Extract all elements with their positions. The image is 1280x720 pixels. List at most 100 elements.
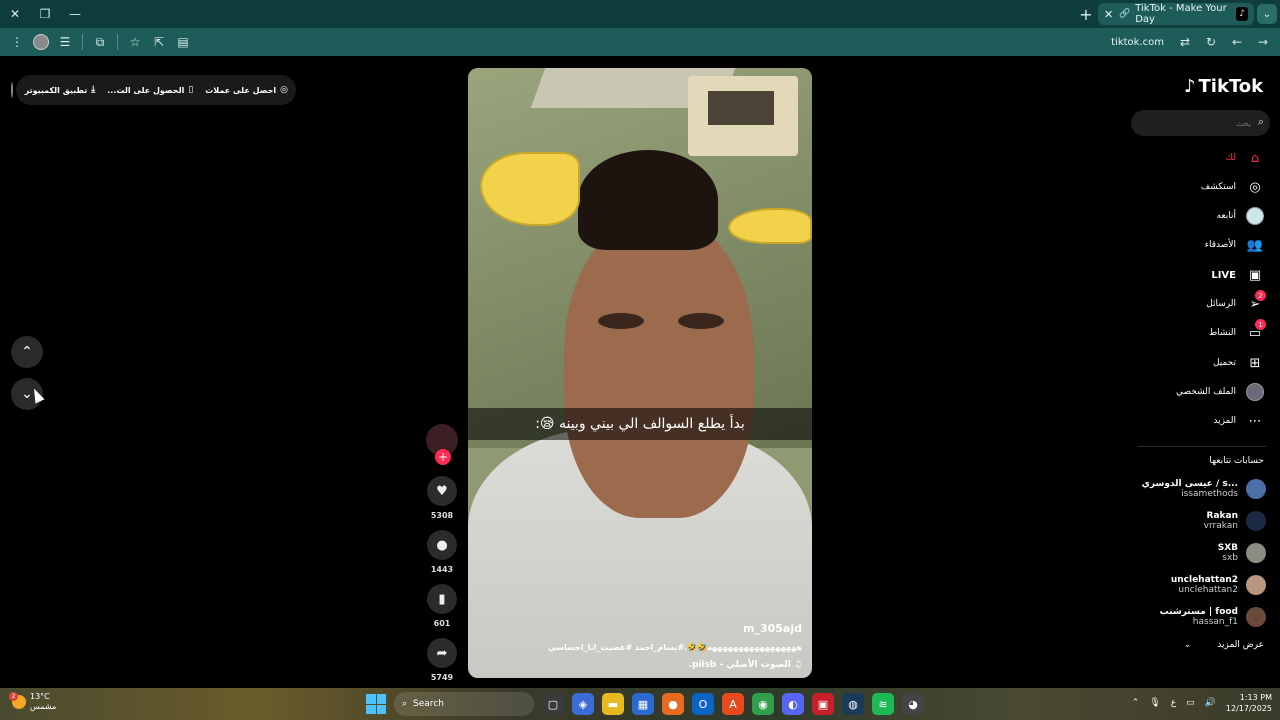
nav-friends[interactable]: 👥 الأصدقاء	[1205, 234, 1264, 256]
save-action[interactable]: ▮ 601	[427, 584, 457, 628]
chevron-down-icon: ⌄	[1183, 640, 1192, 650]
tab-tiktok[interactable]: ✕ 🔗 TikTok - Make Your Day ♪	[1098, 3, 1254, 25]
nav-explore[interactable]: ◎ استكشف	[1201, 176, 1264, 198]
nav-upload[interactable]: ⊞ تحميل	[1213, 352, 1264, 374]
following-account[interactable]: unclehattan2 unclehattan2	[1171, 570, 1266, 600]
site-settings-icon[interactable]: ⇄	[1174, 31, 1196, 53]
copilot-icon[interactable]: ◈	[572, 693, 594, 715]
reader-icon[interactable]: ▤	[172, 31, 194, 53]
video-username[interactable]: m_305ajd	[548, 622, 802, 635]
network-icon[interactable]: ▭	[1186, 698, 1195, 708]
user-avatar[interactable]	[10, 82, 13, 98]
search-icon[interactable]: ⌕	[1258, 115, 1264, 129]
clock[interactable]: 1:13 PM 12/17/2025	[1226, 692, 1272, 714]
author-avatar[interactable]: +	[426, 424, 458, 465]
heart-icon[interactable]: ♥	[427, 476, 457, 506]
profile-button[interactable]	[30, 31, 52, 53]
close-tab-icon[interactable]: ✕	[1104, 8, 1113, 21]
antler-filter-right	[728, 208, 812, 244]
close-window-icon[interactable]: ✕	[0, 0, 30, 28]
following-account[interactable]: SXB sxb	[1218, 538, 1266, 568]
task-view-icon[interactable]: ▢	[542, 693, 564, 715]
nav-profile[interactable]: الملف الشخصي	[1176, 381, 1264, 403]
nav-activity[interactable]: ▭ 1 النشاط	[1209, 319, 1266, 344]
bookmark-star-icon[interactable]: ☆	[124, 31, 146, 53]
store-icon[interactable]: ▦	[632, 693, 654, 715]
like-action[interactable]: ♥ 5308	[427, 476, 457, 520]
forward-icon[interactable]: →	[1252, 31, 1274, 53]
new-tab-button[interactable]: +	[1076, 4, 1096, 24]
restore-window-icon[interactable]: ❐	[30, 0, 60, 28]
comment-action[interactable]: ● 1443	[427, 530, 457, 574]
chevron-up-icon[interactable]: ⌃	[1132, 698, 1140, 708]
like-count: 5308	[430, 511, 454, 520]
tiktok-logo-text: TikTok	[1198, 76, 1264, 97]
extensions-icon[interactable]: ⧉	[89, 31, 111, 53]
github-icon[interactable]: ◕	[902, 693, 924, 715]
share-icon[interactable]: ⇱	[148, 31, 170, 53]
desktop-app-label: تطبيق الكمبيوتر	[24, 85, 88, 95]
outlook-icon[interactable]: O	[692, 693, 714, 715]
app-icon[interactable]: A	[722, 693, 744, 715]
spotify-icon[interactable]: ≋	[872, 693, 894, 715]
account-name: مسترشنب | food	[1159, 607, 1238, 617]
share-action[interactable]: ➦ 5749	[427, 638, 457, 682]
promo-bar: ◎ احصل على عملات ▯ الحصول على الت... ⤓ ت…	[10, 75, 296, 105]
get-app-button[interactable]: ▯ الحصول على الت...	[107, 85, 193, 95]
following-account[interactable]: Rakan vrrakan	[1204, 506, 1266, 536]
search-input[interactable]	[1141, 114, 1251, 132]
nav-messages[interactable]: ➢ 2 الرسائل	[1206, 290, 1266, 315]
bookmark-icon[interactable]: ▮	[427, 584, 457, 614]
following-account[interactable]: عيسى الدوسري / s... issamethods	[1142, 474, 1266, 504]
clock-date: 12/17/2025	[1225, 704, 1272, 713]
reload-icon[interactable]: ↻	[1200, 31, 1222, 53]
file-explorer-icon[interactable]: ▬	[602, 693, 624, 715]
discord-icon[interactable]: ◐	[782, 693, 804, 715]
volume-icon[interactable]: 🔊	[1205, 698, 1216, 708]
comment-icon[interactable]: ●	[427, 530, 457, 560]
sidebar-divider	[1138, 446, 1266, 447]
get-coins-button[interactable]: ◎ احصل على عملات	[205, 85, 288, 95]
firefox-icon[interactable]: ●	[662, 693, 684, 715]
tab-menu-button[interactable]: ⌄	[1257, 4, 1277, 24]
mic-icon[interactable]: 🎙	[1149, 698, 1160, 708]
following-account[interactable]: مسترشنب | food hassan_f1	[1160, 602, 1266, 632]
media-icon[interactable]: ☰	[54, 31, 76, 53]
search-box[interactable]: ⌕	[1131, 110, 1270, 136]
taskbar-search[interactable]: ⌕ Search	[394, 692, 534, 716]
language-indicator[interactable]: ع	[1171, 698, 1176, 708]
nav-label: استكشف	[1200, 182, 1236, 192]
menu-icon[interactable]: ⋮	[6, 31, 28, 53]
video-music[interactable]: ♫ الصوت الأصلي - piisb.	[548, 660, 802, 670]
address-bar[interactable]: tiktok.com	[1111, 37, 1164, 48]
chrome-icon[interactable]: ◉	[752, 693, 774, 715]
nav-label: الملف الشخصي	[1176, 387, 1236, 397]
back-icon[interactable]: ←	[1226, 31, 1248, 53]
divider	[82, 34, 83, 50]
start-button[interactable]	[366, 694, 386, 714]
video-player[interactable]: بدأ يطلع السوالف الي بيني وبينه 😪: m_305…	[468, 68, 812, 678]
minimize-window-icon[interactable]: —	[60, 0, 90, 28]
home-icon: ⌂	[1250, 150, 1260, 166]
previous-video-button[interactable]: ⌃	[11, 336, 43, 368]
nav-more[interactable]: ⋯ المزيد	[1213, 410, 1264, 432]
search-icon: ⌕	[402, 699, 408, 709]
tiktok-note-icon: ♪	[1184, 76, 1196, 97]
activity-badge: 1	[1255, 319, 1266, 330]
video-description[interactable]: هههههههههههههههههه🤣🤣.#بسام_احمد #عصيت_ان…	[548, 643, 802, 652]
tiktok-logo[interactable]: ♪ TikTok	[1184, 76, 1263, 97]
app-icon[interactable]: ▣	[812, 693, 834, 715]
following-accounts-title: حسابات تتابعها	[1209, 456, 1264, 466]
see-more-button[interactable]: عرض المزيد ⌄	[1184, 640, 1264, 650]
desktop-app-button[interactable]: ⤓ تطبيق الكمبيوتر	[25, 85, 96, 95]
live-icon: ▣	[1248, 267, 1262, 283]
nav-live[interactable]: ▣ LIVE	[1211, 264, 1264, 286]
nav-label: LIVE	[1211, 269, 1236, 281]
nav-following[interactable]: أتابعه	[1217, 205, 1264, 227]
compass-icon: ◎	[1249, 179, 1261, 195]
follow-plus-icon[interactable]: +	[435, 449, 451, 465]
nav-for-you[interactable]: ⌂ لك	[1226, 147, 1264, 169]
weather-widget[interactable]: 2 13°C مشمس	[9, 692, 56, 712]
share-arrow-icon[interactable]: ➦	[427, 638, 457, 668]
steam-icon[interactable]: ◍	[842, 693, 864, 715]
